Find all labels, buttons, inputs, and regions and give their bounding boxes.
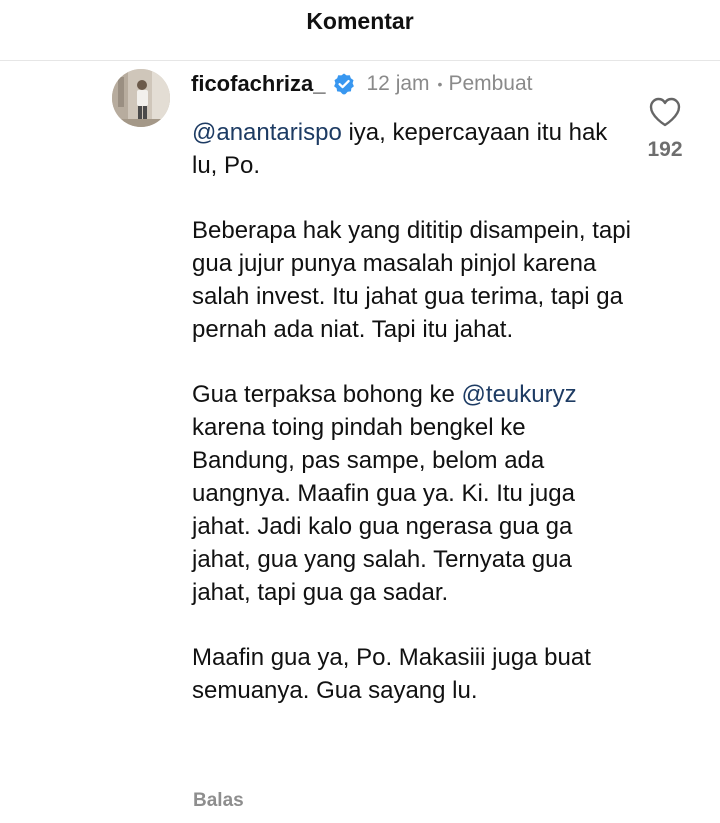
comment-meta: ficofachriza_ 12 jam • Pembuat xyxy=(191,70,533,98)
heart-outline-icon[interactable] xyxy=(648,96,682,128)
comment-text: @anantarispo iya, kepercayaan itu hak lu… xyxy=(192,116,632,707)
mention-link[interactable]: @anantarispo xyxy=(192,119,342,146)
like-count: 192 xyxy=(647,138,683,161)
username-link[interactable]: ficofachriza_ xyxy=(191,71,326,97)
like-section: 192 xyxy=(637,96,693,162)
creator-label: Pembuat xyxy=(448,72,533,95)
mention-link[interactable]: @teukuryz xyxy=(462,381,577,408)
comment-paragraph: Beberapa hak yang dititip disampein, tap… xyxy=(192,214,632,346)
comment-text-segment: Maafin gua ya, Po. Makasiii juga buat se… xyxy=(192,644,591,704)
comment-paragraph: Maafin gua ya, Po. Makasiii juga buat se… xyxy=(192,641,632,707)
header: Komentar xyxy=(0,0,720,44)
comment-timestamp: 12 jam xyxy=(366,72,430,95)
comment-text-segment: Beberapa hak yang dititip disampein, tap… xyxy=(192,217,631,343)
page-title: Komentar xyxy=(306,8,414,34)
avatar[interactable] xyxy=(112,69,170,127)
comment-paragraph: @anantarispo iya, kepercayaan itu hak lu… xyxy=(192,116,632,182)
comment-text-segment: Gua terpaksa bohong ke xyxy=(192,381,462,408)
verified-badge-icon xyxy=(333,73,354,95)
reply-button[interactable]: Balas xyxy=(193,790,244,812)
avatar-photo xyxy=(112,69,170,127)
header-divider xyxy=(0,60,720,61)
comment-paragraph: Gua terpaksa bohong ke @teukuryz karena … xyxy=(192,378,632,609)
meta-separator: • xyxy=(437,76,443,92)
comment-text-segment: karena toing pindah bengkel ke Bandung, … xyxy=(192,414,575,606)
